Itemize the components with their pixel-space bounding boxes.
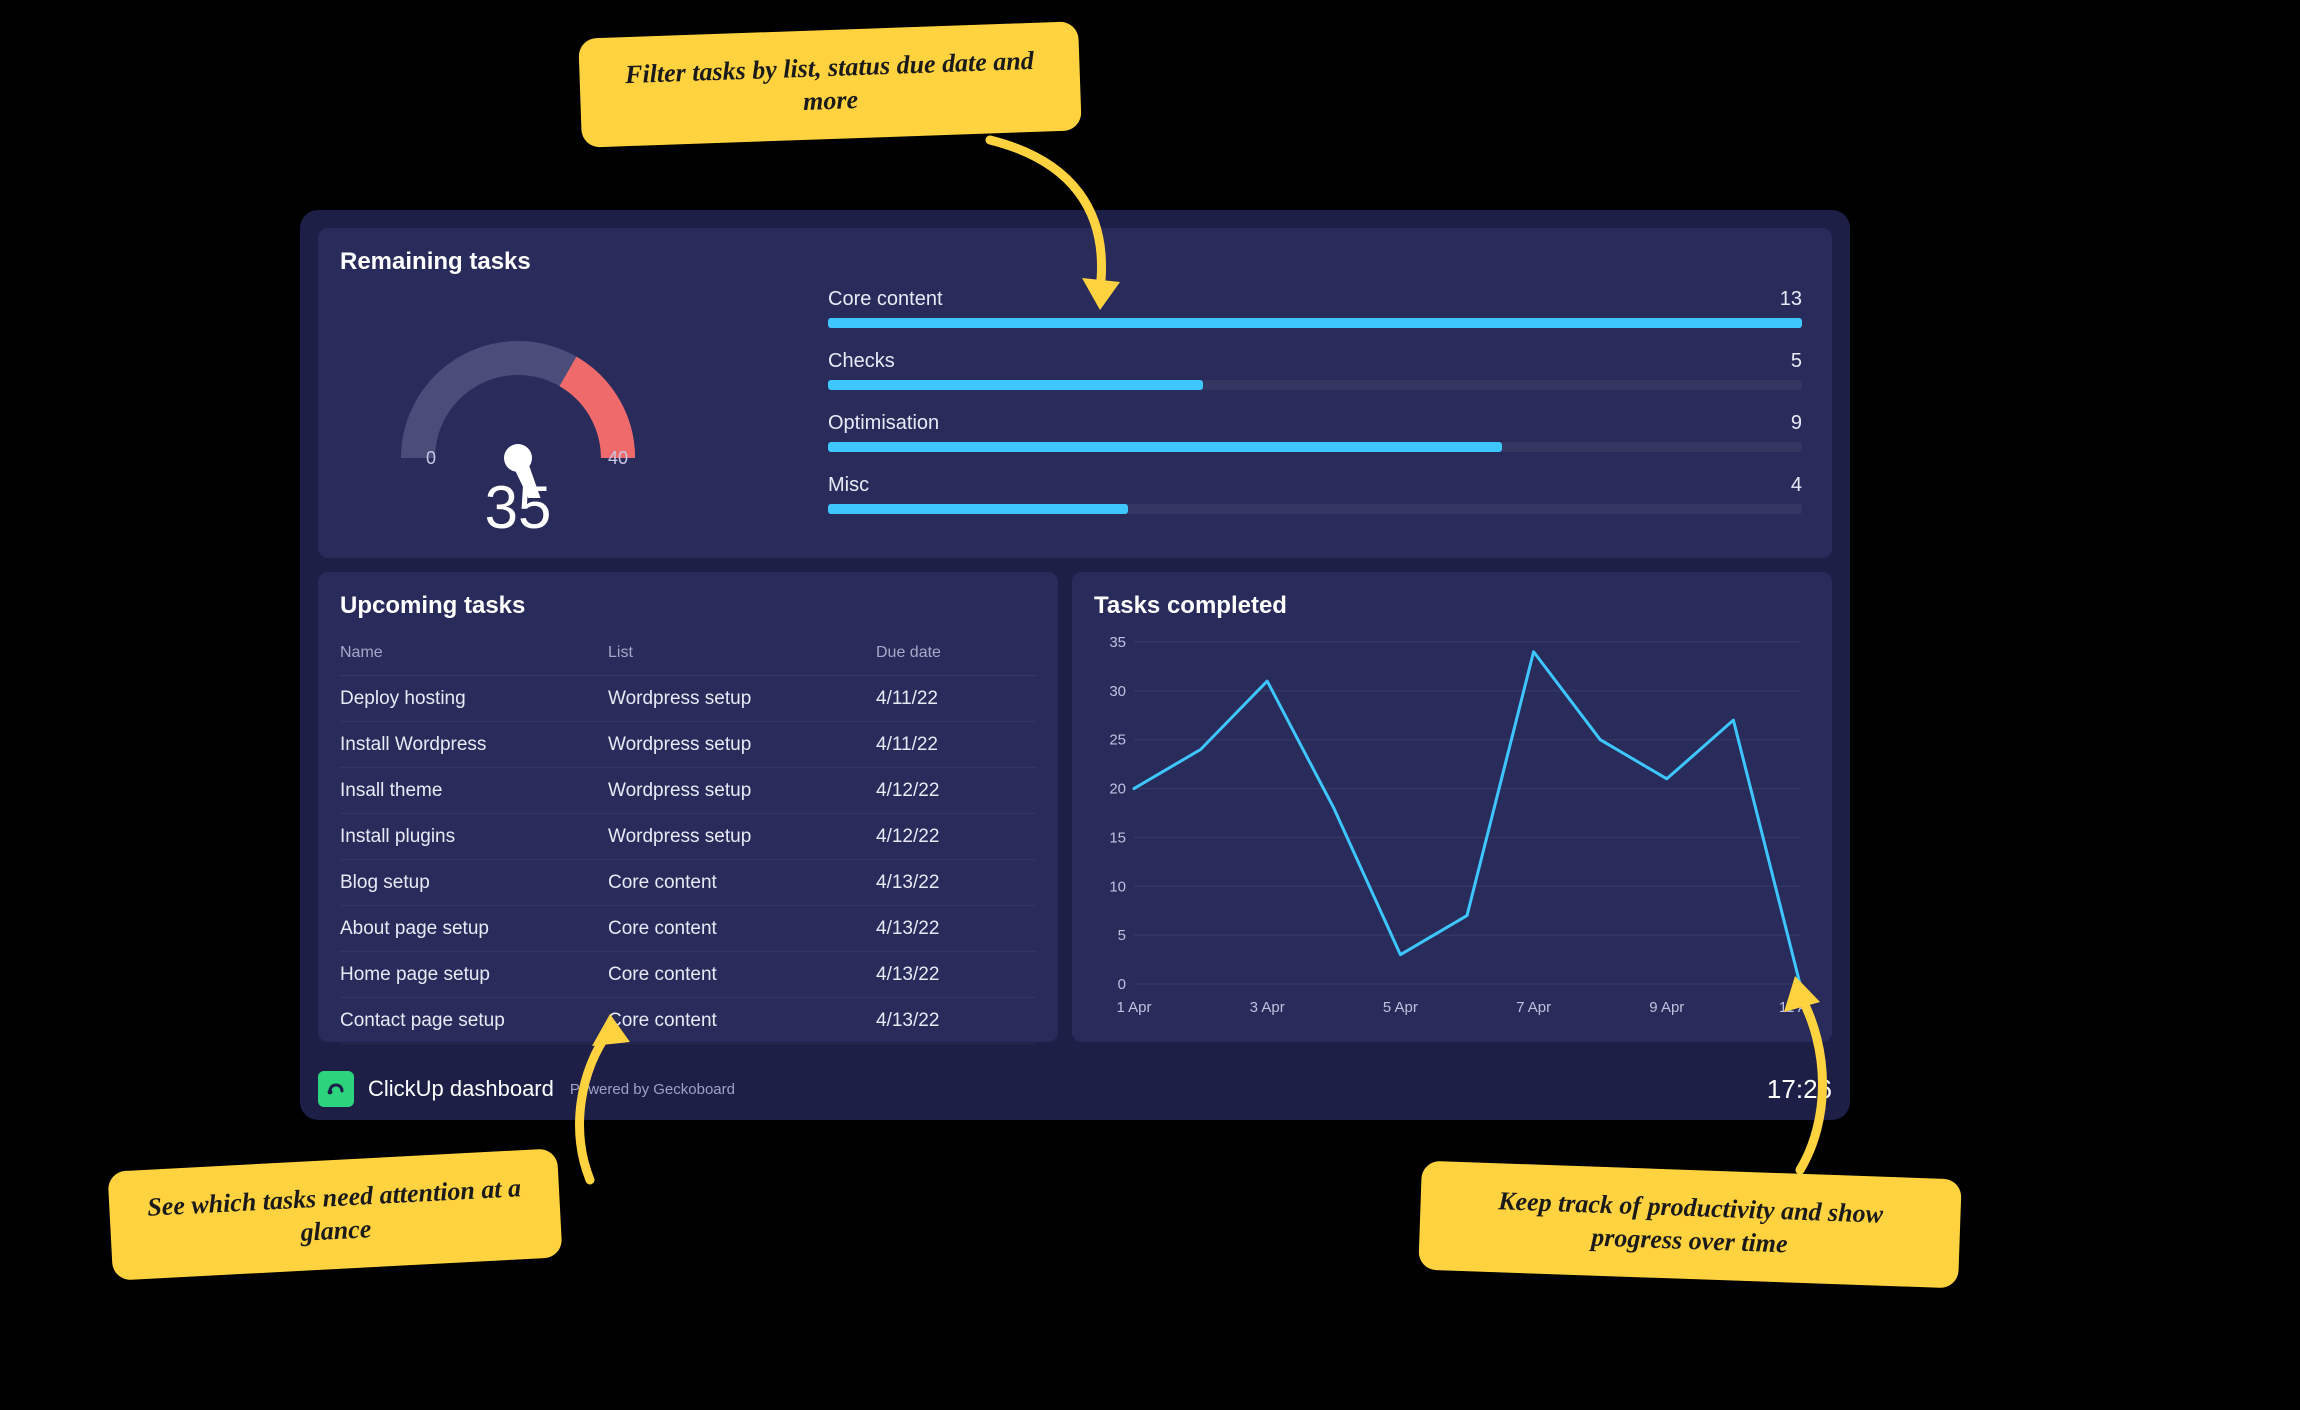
cell-due: 4/13/22 [876, 872, 1036, 894]
cell-due: 4/13/22 [876, 964, 1036, 986]
cell-name: Install plugins [340, 826, 608, 848]
bar-value: 4 [1791, 474, 1802, 497]
cell-list: Core content [608, 964, 876, 986]
bar-row[interactable]: Misc 4 [828, 474, 1802, 536]
svg-text:20: 20 [1109, 781, 1126, 798]
cell-name: Insall theme [340, 780, 608, 802]
cell-due: 4/12/22 [876, 780, 1036, 802]
svg-text:9 Apr: 9 Apr [1649, 999, 1684, 1016]
cell-name: Contact page setup [340, 1010, 608, 1032]
cell-list: Wordpress setup [608, 688, 876, 710]
table-row[interactable]: Home page setupCore content4/13/22 [340, 952, 1036, 998]
bar-fill [828, 318, 1802, 328]
bar-label: Optimisation [828, 412, 939, 435]
svg-text:25: 25 [1109, 732, 1126, 749]
cell-due: 4/12/22 [876, 826, 1036, 848]
table-row[interactable]: About page setupCore content4/13/22 [340, 906, 1036, 952]
cell-list: Core content [608, 872, 876, 894]
cell-list: Wordpress setup [608, 780, 876, 802]
annotation-top: Filter tasks by list, status due date an… [578, 21, 1081, 147]
category-bars: Core content 13 Checks 5 Optimisation 9 Misc 4 [828, 288, 1802, 536]
dashboard-name: ClickUp dashboard [368, 1076, 554, 1102]
cell-name: About page setup [340, 918, 608, 940]
cell-due: 4/11/22 [876, 688, 1036, 710]
bar-value: 9 [1791, 412, 1802, 435]
cell-name: Blog setup [340, 872, 608, 894]
cell-list: Core content [608, 918, 876, 940]
tasks-completed-title: Tasks completed [1072, 572, 1832, 630]
svg-text:3 Apr: 3 Apr [1250, 999, 1285, 1016]
table-row[interactable]: Insall themeWordpress setup4/12/22 [340, 768, 1036, 814]
cell-name: Home page setup [340, 964, 608, 986]
svg-text:11 Apr: 11 Apr [1779, 999, 1810, 1016]
annotation-left: See which tasks need attention at a glan… [107, 1148, 562, 1280]
svg-text:0: 0 [1118, 976, 1126, 993]
clickup-logo-icon [318, 1071, 354, 1107]
cell-list: Wordpress setup [608, 734, 876, 756]
cell-list: Wordpress setup [608, 826, 876, 848]
panel-remaining-tasks: Remaining tasks [318, 228, 1832, 558]
table-row[interactable]: Contact page setupCore content4/13/22 [340, 998, 1036, 1044]
cell-due: 4/13/22 [876, 1010, 1036, 1032]
upcoming-table: Name List Due date Deploy hostingWordpre… [318, 630, 1058, 1056]
dashboard-footer: ClickUp dashboard Powered by Geckoboard … [318, 1064, 1832, 1114]
upcoming-table-header: Name List Due date [340, 630, 1036, 676]
panel-upcoming-tasks: Upcoming tasks Name List Due date Deploy… [318, 572, 1058, 1042]
cell-due: 4/13/22 [876, 918, 1036, 940]
line-chart-icon: 0 5 10 15 20 25 30 35 1 Apr 3 Apr 5 Apr 7 Apr 9 Apr 1… [1094, 632, 1810, 1020]
annotation-right: Keep track of productivity and show prog… [1418, 1161, 1961, 1289]
gauge-value: 35 [358, 473, 678, 542]
table-row[interactable]: Install pluginsWordpress setup4/12/22 [340, 814, 1036, 860]
table-row[interactable]: Install WordpressWordpress setup4/11/22 [340, 722, 1036, 768]
bar-label: Checks [828, 350, 895, 373]
panel-tasks-completed: Tasks completed 0 5 10 15 20 25 30 35 1 Apr 3 Apr… [1072, 572, 1832, 1042]
bar-row[interactable]: Checks 5 [828, 350, 1802, 412]
cell-name: Deploy hosting [340, 688, 608, 710]
col-due: Due date [876, 644, 1036, 662]
bar-fill [828, 380, 1203, 390]
svg-text:7 Apr: 7 Apr [1516, 999, 1551, 1016]
svg-text:15: 15 [1109, 829, 1126, 846]
table-row[interactable]: Deploy hostingWordpress setup4/11/22 [340, 676, 1036, 722]
powered-by-label: Powered by Geckoboard [570, 1081, 735, 1098]
remaining-tasks-title: Remaining tasks [318, 228, 1832, 286]
bar-row[interactable]: Core content 13 [828, 288, 1802, 350]
clock: 17:26 [1767, 1074, 1832, 1105]
cell-due: 4/11/22 [876, 734, 1036, 756]
svg-text:35: 35 [1109, 634, 1126, 651]
cell-list: Core content [608, 1010, 876, 1032]
col-list: List [608, 644, 876, 662]
dashboard-window: Remaining tasks [300, 210, 1850, 1120]
table-row[interactable]: Blog setupCore content4/13/22 [340, 860, 1036, 906]
tasks-completed-chart: 0 5 10 15 20 25 30 35 1 Apr 3 Apr 5 Apr 7 Apr 9 Apr 1… [1094, 632, 1810, 1020]
bar-row[interactable]: Optimisation 9 [828, 412, 1802, 474]
gauge-widget: 0 40 35 [358, 298, 678, 538]
bar-label: Core content [828, 288, 943, 311]
bar-fill [828, 504, 1128, 514]
stage: Remaining tasks [0, 0, 2300, 1410]
gauge-icon [358, 298, 678, 498]
svg-text:1 Apr: 1 Apr [1116, 999, 1151, 1016]
svg-text:30: 30 [1109, 683, 1126, 700]
upcoming-tasks-title: Upcoming tasks [318, 572, 1058, 630]
svg-text:10: 10 [1109, 878, 1126, 895]
gauge-min: 0 [426, 448, 436, 469]
bar-label: Misc [828, 474, 869, 497]
bar-fill [828, 442, 1502, 452]
svg-text:5 Apr: 5 Apr [1383, 999, 1418, 1016]
svg-text:5: 5 [1118, 927, 1126, 944]
gauge-max: 40 [608, 448, 628, 469]
col-name: Name [340, 644, 608, 662]
cell-name: Install Wordpress [340, 734, 608, 756]
bar-value: 5 [1791, 350, 1802, 373]
bar-value: 13 [1780, 288, 1802, 311]
